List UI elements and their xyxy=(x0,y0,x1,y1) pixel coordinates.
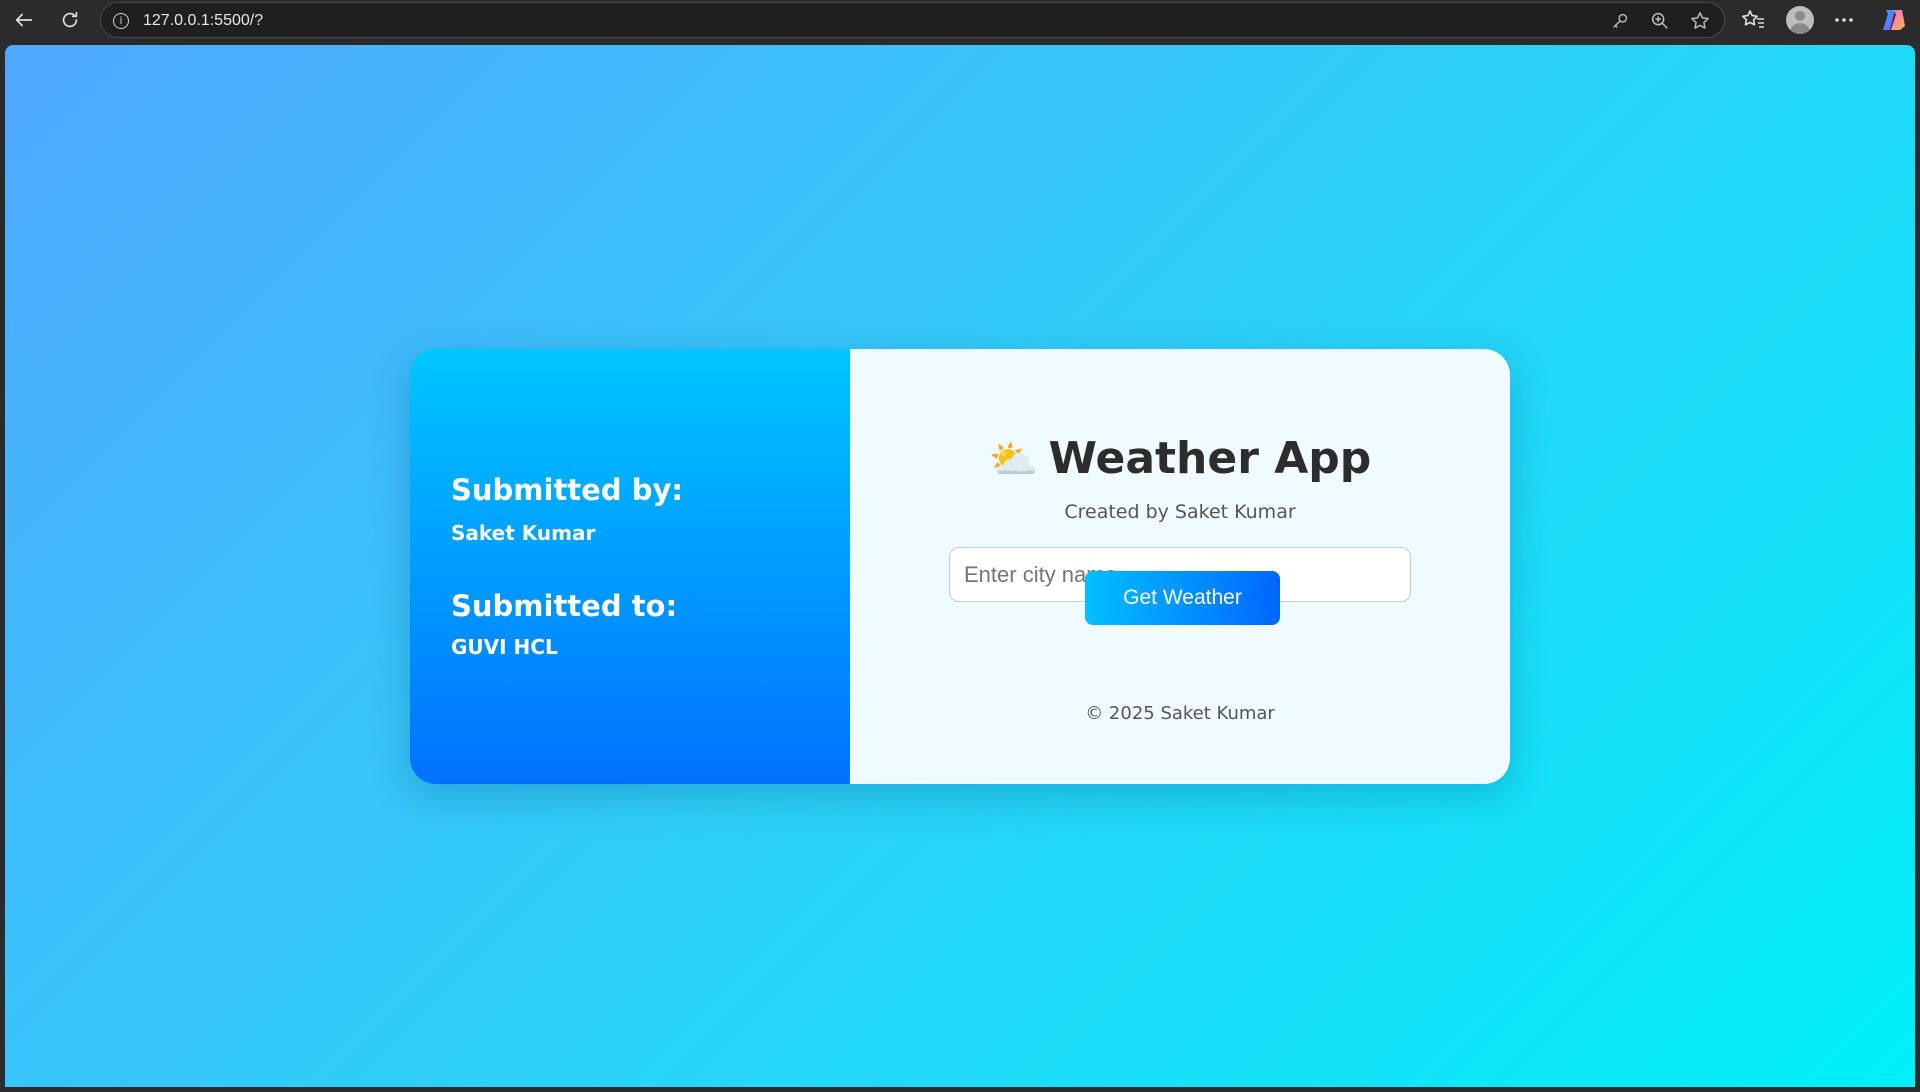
url-text[interactable]: 127.0.0.1:5500/? xyxy=(143,12,263,30)
browser-toolbar: i 127.0.0.1:5500/? xyxy=(0,0,1920,40)
key-icon[interactable] xyxy=(1609,10,1631,32)
submission-panel: Submitted by: Saket Kumar Submitted to: … xyxy=(410,349,850,784)
weather-card: Submitted by: Saket Kumar Submitted to: … xyxy=(410,349,1510,784)
sun-behind-cloud-icon: ⛅ xyxy=(988,437,1039,483)
submitted-by-value: Saket Kumar xyxy=(451,521,596,545)
profile-icon[interactable] xyxy=(1786,6,1814,34)
info-icon[interactable]: i xyxy=(113,13,129,29)
address-bar[interactable]: i 127.0.0.1:5500/? xyxy=(100,2,1725,38)
more-icon[interactable] xyxy=(1831,7,1857,33)
page-title: ⛅ Weather App xyxy=(850,433,1510,484)
page-viewport: Submitted by: Saket Kumar Submitted to: … xyxy=(5,45,1915,1087)
submitted-to-label: Submitted to: xyxy=(451,589,678,623)
app-subtitle: Created by Saket Kumar xyxy=(1064,501,1296,523)
submitted-by-label: Submitted by: xyxy=(451,473,683,507)
copilot-icon[interactable] xyxy=(1880,6,1908,34)
get-weather-button[interactable]: Get Weather xyxy=(1085,571,1280,625)
favorites-icon[interactable] xyxy=(1741,7,1767,33)
zoom-icon[interactable] xyxy=(1649,10,1671,32)
weather-panel: ⛅Weather App Created by Saket Kumar Get … xyxy=(850,349,1510,784)
submitted-to-value: GUVI HCL xyxy=(451,635,558,659)
copyright-footer: © 2025 Saket Kumar xyxy=(1085,703,1275,724)
star-icon[interactable] xyxy=(1689,10,1711,32)
back-icon xyxy=(15,13,33,27)
app-title-text: Weather App xyxy=(1048,433,1372,484)
reload-icon xyxy=(62,11,78,28)
reload-button[interactable] xyxy=(52,2,88,38)
back-button[interactable] xyxy=(6,2,42,38)
